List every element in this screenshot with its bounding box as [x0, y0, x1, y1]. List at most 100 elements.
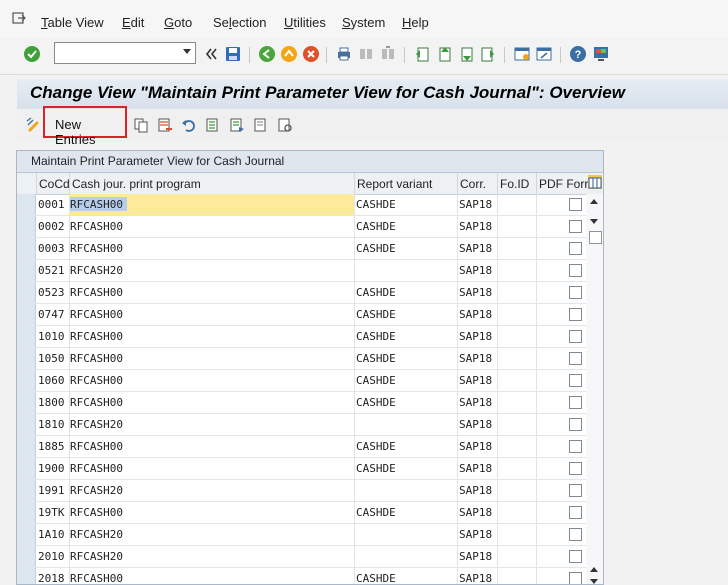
- cell-report-variant[interactable]: CASHDE: [356, 308, 396, 321]
- cell-print-program[interactable]: RFCASH20: [70, 550, 123, 563]
- cell-corr[interactable]: SAP18: [459, 396, 492, 409]
- cell-print-program[interactable]: RFCASH00: [70, 242, 123, 255]
- table-row[interactable]: 2018 RFCASH00 CASHDE SAP18: [17, 568, 603, 584]
- prev-page-icon[interactable]: [435, 45, 453, 63]
- cancel-icon[interactable]: [302, 45, 320, 63]
- col-header-cocd[interactable]: CoCd: [39, 177, 70, 191]
- table-row[interactable]: 1050 RFCASH00 CASHDE SAP18: [17, 348, 603, 370]
- cell-corr[interactable]: SAP18: [459, 198, 492, 211]
- menu-table-view[interactable]: Table View: [41, 15, 104, 30]
- table-row[interactable]: 19TK RFCASH00 CASHDE SAP18: [17, 502, 603, 524]
- pdf-form-checkbox[interactable]: [569, 572, 582, 584]
- select-block-icon[interactable]: [229, 117, 245, 133]
- cell-report-variant[interactable]: CASHDE: [356, 242, 396, 255]
- scroll-down-icon[interactable]: [590, 219, 598, 224]
- find-icon[interactable]: [357, 45, 375, 63]
- copy-as-icon[interactable]: [133, 117, 149, 133]
- pdf-form-checkbox[interactable]: [569, 462, 582, 475]
- cell-print-program[interactable]: RFCASH00: [70, 506, 123, 519]
- pdf-form-checkbox[interactable]: [569, 484, 582, 497]
- row-selector[interactable]: [17, 524, 36, 545]
- cell-print-program[interactable]: RFCASH20: [70, 264, 123, 277]
- back-icon[interactable]: [258, 45, 276, 63]
- column-settings-icon[interactable]: [588, 175, 602, 189]
- cell-corr[interactable]: SAP18: [459, 462, 492, 475]
- row-selector[interactable]: [17, 304, 36, 325]
- menu-help[interactable]: Help: [402, 15, 429, 30]
- cell-corr[interactable]: SAP18: [459, 418, 492, 431]
- customize-layout-icon[interactable]: [592, 45, 610, 63]
- cell-print-program[interactable]: RFCASH00: [70, 286, 123, 299]
- scroll-up-icon[interactable]: [590, 199, 598, 204]
- row-selector[interactable]: [17, 282, 36, 303]
- table-row[interactable]: 1010 RFCASH00 CASHDE SAP18: [17, 326, 603, 348]
- table-row[interactable]: 0002 RFCASH00 CASHDE SAP18: [17, 216, 603, 238]
- cell-print-program[interactable]: RFCASH20: [70, 528, 123, 541]
- save-icon[interactable]: [224, 45, 242, 63]
- pdf-form-checkbox[interactable]: [569, 528, 582, 541]
- print-icon[interactable]: [335, 45, 353, 63]
- row-selector[interactable]: [17, 480, 36, 501]
- table-row[interactable]: 0747 RFCASH00 CASHDE SAP18: [17, 304, 603, 326]
- row-selector[interactable]: [17, 194, 36, 215]
- cell-corr[interactable]: SAP18: [459, 528, 492, 541]
- find-next-icon[interactable]: [379, 45, 397, 63]
- pdf-form-checkbox[interactable]: [569, 396, 582, 409]
- pdf-form-checkbox[interactable]: [569, 198, 582, 211]
- table-row[interactable]: 0001 RFCASH00 CASHDE SAP18: [17, 194, 603, 216]
- row-selector[interactable]: [17, 348, 36, 369]
- table-row[interactable]: 1885 RFCASH00 CASHDE SAP18: [17, 436, 603, 458]
- cell-report-variant[interactable]: CASHDE: [356, 352, 396, 365]
- row-selector[interactable]: [17, 414, 36, 435]
- pdf-form-checkbox[interactable]: [569, 352, 582, 365]
- cell-corr[interactable]: SAP18: [459, 286, 492, 299]
- cell-corr[interactable]: SAP18: [459, 550, 492, 563]
- table-row[interactable]: 2010 RFCASH20 SAP18: [17, 546, 603, 568]
- col-header-corr[interactable]: Corr.: [460, 177, 486, 191]
- cell-print-program[interactable]: RFCASH00: [70, 572, 123, 584]
- cell-print-program[interactable]: RFCASH00: [70, 330, 123, 343]
- cell-print-program[interactable]: RFCASH00: [70, 308, 123, 321]
- table-row[interactable]: 1060 RFCASH00 CASHDE SAP18: [17, 370, 603, 392]
- pdf-form-checkbox[interactable]: [569, 242, 582, 255]
- cell-print-program[interactable]: RFCASH20: [70, 418, 123, 431]
- cell-print-program[interactable]: RFCASH00: [70, 440, 123, 453]
- new-session-icon[interactable]: [513, 45, 531, 63]
- vertical-scrollbar[interactable]: [586, 194, 603, 584]
- menu-utilities[interactable]: Utilities: [284, 15, 326, 30]
- cell-report-variant[interactable]: CASHDE: [356, 396, 396, 409]
- table-row[interactable]: 0523 RFCASH00 CASHDE SAP18: [17, 282, 603, 304]
- new-entries-button[interactable]: New Entries: [43, 106, 127, 147]
- cell-report-variant[interactable]: CASHDE: [356, 440, 396, 453]
- first-page-icon[interactable]: [413, 45, 431, 63]
- cell-corr[interactable]: SAP18: [459, 220, 492, 233]
- undo-change-icon[interactable]: [181, 117, 197, 133]
- command-dropdown-icon[interactable]: [183, 49, 191, 54]
- table-row[interactable]: 1900 RFCASH00 CASHDE SAP18: [17, 458, 603, 480]
- cell-print-program[interactable]: RFCASH00: [70, 198, 123, 211]
- cell-report-variant[interactable]: CASHDE: [356, 506, 396, 519]
- table-row[interactable]: 0003 RFCASH00 CASHDE SAP18: [17, 238, 603, 260]
- shortcut-icon[interactable]: [535, 45, 553, 63]
- deselect-all-icon[interactable]: [253, 117, 269, 133]
- row-selector[interactable]: [17, 568, 36, 584]
- row-selector[interactable]: [17, 216, 36, 237]
- row-selector[interactable]: [17, 458, 36, 479]
- pdf-form-checkbox[interactable]: [569, 330, 582, 343]
- row-selector[interactable]: [17, 370, 36, 391]
- cell-corr[interactable]: SAP18: [459, 572, 492, 584]
- menu-selection[interactable]: Selection: [213, 15, 267, 30]
- menu-goto[interactable]: Goto: [164, 15, 192, 30]
- cell-report-variant[interactable]: CASHDE: [356, 198, 396, 211]
- table-row[interactable]: 1991 RFCASH20 SAP18: [17, 480, 603, 502]
- command-field[interactable]: [54, 42, 196, 64]
- cell-print-program[interactable]: RFCASH00: [70, 352, 123, 365]
- pdf-form-checkbox[interactable]: [569, 550, 582, 563]
- pdf-form-checkbox[interactable]: [569, 220, 582, 233]
- display-change-icon[interactable]: [25, 116, 43, 134]
- table-row[interactable]: 1810 RFCASH20 SAP18: [17, 414, 603, 436]
- cell-print-program[interactable]: RFCASH00: [70, 396, 123, 409]
- row-selector[interactable]: [17, 546, 36, 567]
- cell-corr[interactable]: SAP18: [459, 484, 492, 497]
- table-row[interactable]: 0521 RFCASH20 SAP18: [17, 260, 603, 282]
